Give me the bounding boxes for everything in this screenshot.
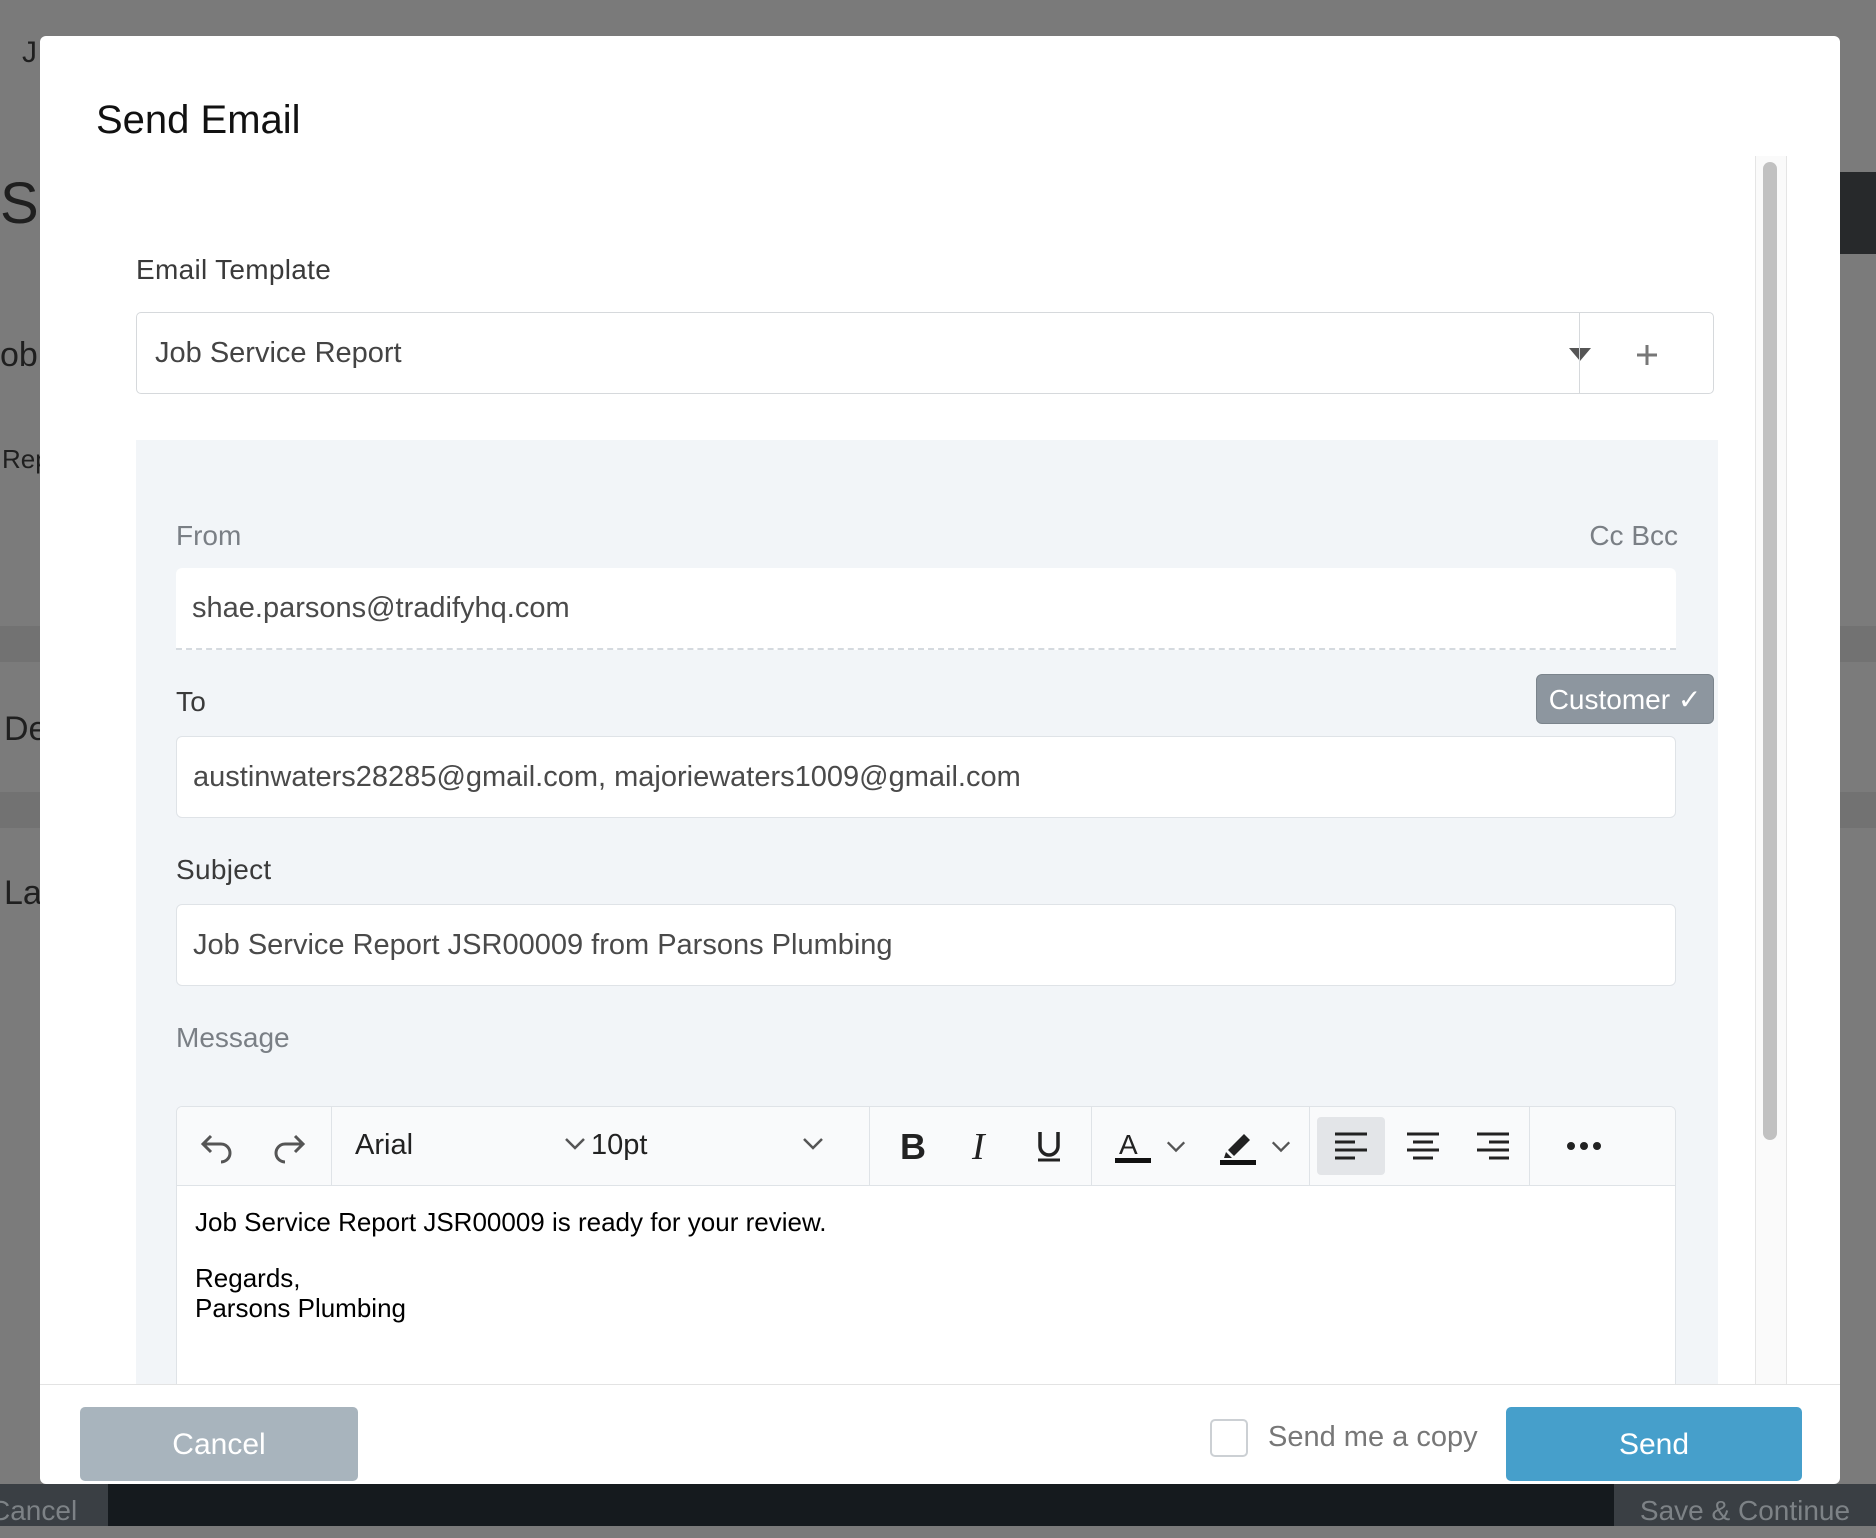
bold-icon: B (900, 1129, 926, 1163)
align-right-button[interactable] (1459, 1117, 1527, 1175)
to-label: To (176, 686, 207, 717)
bg-save-continue-button: Save & Continue (1614, 1484, 1876, 1526)
bg-breadcrumb: J (22, 36, 37, 69)
undo-icon (200, 1134, 232, 1164)
editor-toolbar: Arial 10pt B I A (177, 1107, 1675, 1186)
modal-body: Email Template Job Service Report From C… (40, 156, 1840, 1384)
modal-scrollbar-thumb[interactable] (1763, 162, 1777, 1140)
italic-icon: I (971, 1129, 987, 1163)
chevron-down-icon (565, 1138, 585, 1150)
font-size-value: 10pt (591, 1129, 648, 1161)
email-template-value: Job Service Report (155, 337, 402, 369)
underline-icon (1038, 1132, 1060, 1162)
chevron-down-icon (803, 1138, 823, 1150)
highlight-color-button[interactable] (1207, 1117, 1303, 1175)
underline-button[interactable] (1021, 1117, 1077, 1175)
message-line: Job Service Report JSR00009 is ready for… (195, 1207, 827, 1237)
color-group: A (1091, 1107, 1310, 1185)
subject-field[interactable]: Job Service Report JSR00009 from Parsons… (176, 904, 1676, 986)
font-group: Arial 10pt (331, 1107, 870, 1185)
message-label: Message (176, 1022, 290, 1053)
from-field[interactable]: shae.parsons@tradifyhq.com (176, 568, 1676, 650)
align-left-button[interactable] (1317, 1117, 1385, 1175)
to-field[interactable]: austinwaters28285@gmail.com, majoriewate… (176, 736, 1676, 818)
ellipsis-icon (1567, 1142, 1601, 1150)
undo-button[interactable] (189, 1117, 245, 1175)
text-style-group: B I (869, 1107, 1092, 1185)
from-label: From (176, 520, 242, 551)
bg-section-heading-3: La (4, 874, 42, 912)
bg-cancel-button: Cancel (0, 1484, 108, 1526)
plus-icon (1637, 345, 1657, 366)
more-options-button[interactable] (1551, 1117, 1617, 1175)
align-left-icon (1335, 1132, 1367, 1160)
message-line: Regards, (195, 1263, 301, 1293)
send-email-modal: Send Email Email Template Job Service Re… (40, 36, 1840, 1484)
send-copy-label[interactable]: Send me a copy (1268, 1421, 1478, 1454)
modal-title: Send Email (96, 98, 301, 142)
add-template-button[interactable] (1579, 313, 1714, 393)
highlighter-icon (1220, 1134, 1256, 1165)
send-button[interactable]: Send (1506, 1407, 1802, 1481)
chevron-down-icon (1166, 1141, 1186, 1153)
svg-text:A: A (1119, 1129, 1138, 1160)
font-family-value: Arial (355, 1129, 414, 1161)
bold-button[interactable]: B (885, 1117, 941, 1175)
text-color-button[interactable]: A (1105, 1117, 1195, 1175)
bg-footer-bar: Cancel Save & Continue (0, 1484, 1876, 1526)
cc-bcc-link[interactable]: Cc Bcc (1589, 520, 1678, 552)
align-center-icon (1407, 1132, 1439, 1160)
history-group (177, 1107, 332, 1185)
send-copy-checkbox[interactable] (1210, 1419, 1248, 1457)
customer-recipient-toggle[interactable]: Customer ✓ (1536, 674, 1714, 724)
message-line (195, 1237, 827, 1263)
bg-section-heading: ob (0, 336, 38, 374)
text-color-icon: A (1115, 1129, 1151, 1163)
font-family-select[interactable]: Arial (331, 1107, 591, 1185)
italic-button[interactable]: I (953, 1117, 1009, 1175)
bg-header-bar (1840, 172, 1876, 254)
from-value: shae.parsons@tradifyhq.com (192, 592, 570, 624)
alignment-group (1309, 1107, 1530, 1185)
cancel-button[interactable]: Cancel (80, 1407, 358, 1481)
message-line: Parsons Plumbing (195, 1293, 406, 1323)
redo-button[interactable] (261, 1117, 317, 1175)
font-size-select[interactable]: 10pt (591, 1107, 869, 1185)
email-form-panel: From Cc Bcc shae.parsons@tradifyhq.com T… (136, 440, 1718, 1384)
message-body[interactable]: Job Service Report JSR00009 is ready for… (195, 1207, 827, 1323)
modal-footer: Cancel Send me a copy Send (40, 1384, 1840, 1485)
to-value: austinwaters28285@gmail.com, majoriewate… (193, 761, 1021, 793)
message-editor[interactable]: Arial 10pt B I A Job Service Report JSR0… (176, 1106, 1676, 1384)
chevron-down-icon (1271, 1141, 1291, 1153)
svg-text:B: B (900, 1129, 926, 1163)
subject-value: Job Service Report JSR00009 from Parsons… (193, 929, 893, 961)
subject-label: Subject (176, 854, 272, 885)
redo-icon (274, 1134, 306, 1164)
svg-text:I: I (971, 1129, 987, 1163)
align-right-icon (1477, 1132, 1509, 1160)
email-template-select[interactable]: Job Service Report (136, 312, 1714, 394)
align-center-button[interactable] (1389, 1117, 1457, 1175)
email-template-label: Email Template (136, 254, 332, 285)
